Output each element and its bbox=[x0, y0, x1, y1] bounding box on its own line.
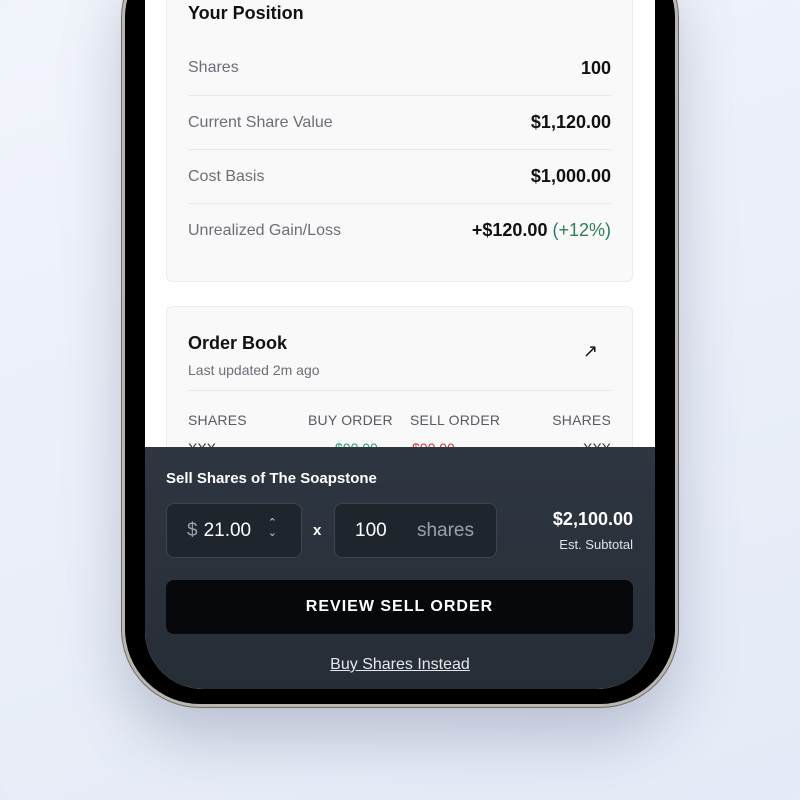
position-row-current-value: Current Share Value $1,120.00 bbox=[188, 95, 611, 149]
phone-screen: Your Position Shares 100 Current Share Va… bbox=[145, 0, 655, 689]
multiply-sign: x bbox=[313, 522, 322, 539]
position-row-cost-basis: Cost Basis $1,000.00 bbox=[188, 149, 611, 203]
subtotal-label: Est. Subtotal bbox=[559, 537, 633, 552]
row-label: Current Share Value bbox=[188, 113, 333, 131]
price-input[interactable]: $21.00 ⌃ ⌄ bbox=[166, 503, 302, 558]
position-row-shares: Shares 100 bbox=[188, 41, 611, 95]
currency-symbol: $ bbox=[187, 519, 198, 541]
quantity-value: 100 bbox=[355, 519, 387, 541]
row-value: $1,120.00 bbox=[530, 112, 611, 132]
header-buy-order: BUY ORDER bbox=[308, 412, 393, 428]
row-value: 100 bbox=[580, 57, 611, 78]
row-value: $1,000.00 bbox=[530, 166, 611, 186]
sell-title: Sell Shares of The Soapstone bbox=[166, 470, 377, 487]
buy-shares-instead-link[interactable]: Buy Shares Instead bbox=[145, 656, 655, 674]
row-label: Shares bbox=[188, 59, 239, 76]
price-value: 21.00 bbox=[203, 519, 252, 541]
review-sell-order-button[interactable]: REVIEW SELL ORDER bbox=[166, 580, 633, 634]
sell-sheet: Sell Shares of The Soapstone $21.00 ⌃ ⌄ x … bbox=[145, 447, 655, 689]
row-value: +$120.00 bbox=[471, 220, 548, 240]
quantity-input[interactable]: 100 shares bbox=[334, 503, 497, 558]
subtotal-value: $2,100.00 bbox=[552, 509, 633, 529]
last-updated: Last updated 2m ago bbox=[188, 362, 320, 378]
header-shares-right: SHARES bbox=[552, 412, 611, 428]
divider bbox=[188, 390, 611, 391]
row-label: Unrealized Gain/Loss bbox=[188, 221, 341, 239]
position-title: Your Position bbox=[188, 3, 304, 23]
arrow-up-right-icon[interactable]: ↗ bbox=[583, 341, 598, 362]
header-sell-order: SELL ORDER bbox=[410, 412, 501, 428]
gain-percent: (+12%) bbox=[552, 220, 611, 240]
row-label: Cost Basis bbox=[188, 167, 265, 185]
stepper-chevrons-icon[interactable]: ⌃ ⌄ bbox=[268, 518, 277, 539]
order-book-title: Order Book bbox=[188, 333, 288, 353]
position-row-gain-loss: Unrealized Gain/Loss +$120.00 (+12%) bbox=[188, 203, 611, 257]
quantity-unit: shares bbox=[416, 519, 474, 541]
position-card: Your Position Shares 100 Current Share Va… bbox=[166, 0, 633, 282]
header-shares: SHARES bbox=[188, 412, 247, 428]
